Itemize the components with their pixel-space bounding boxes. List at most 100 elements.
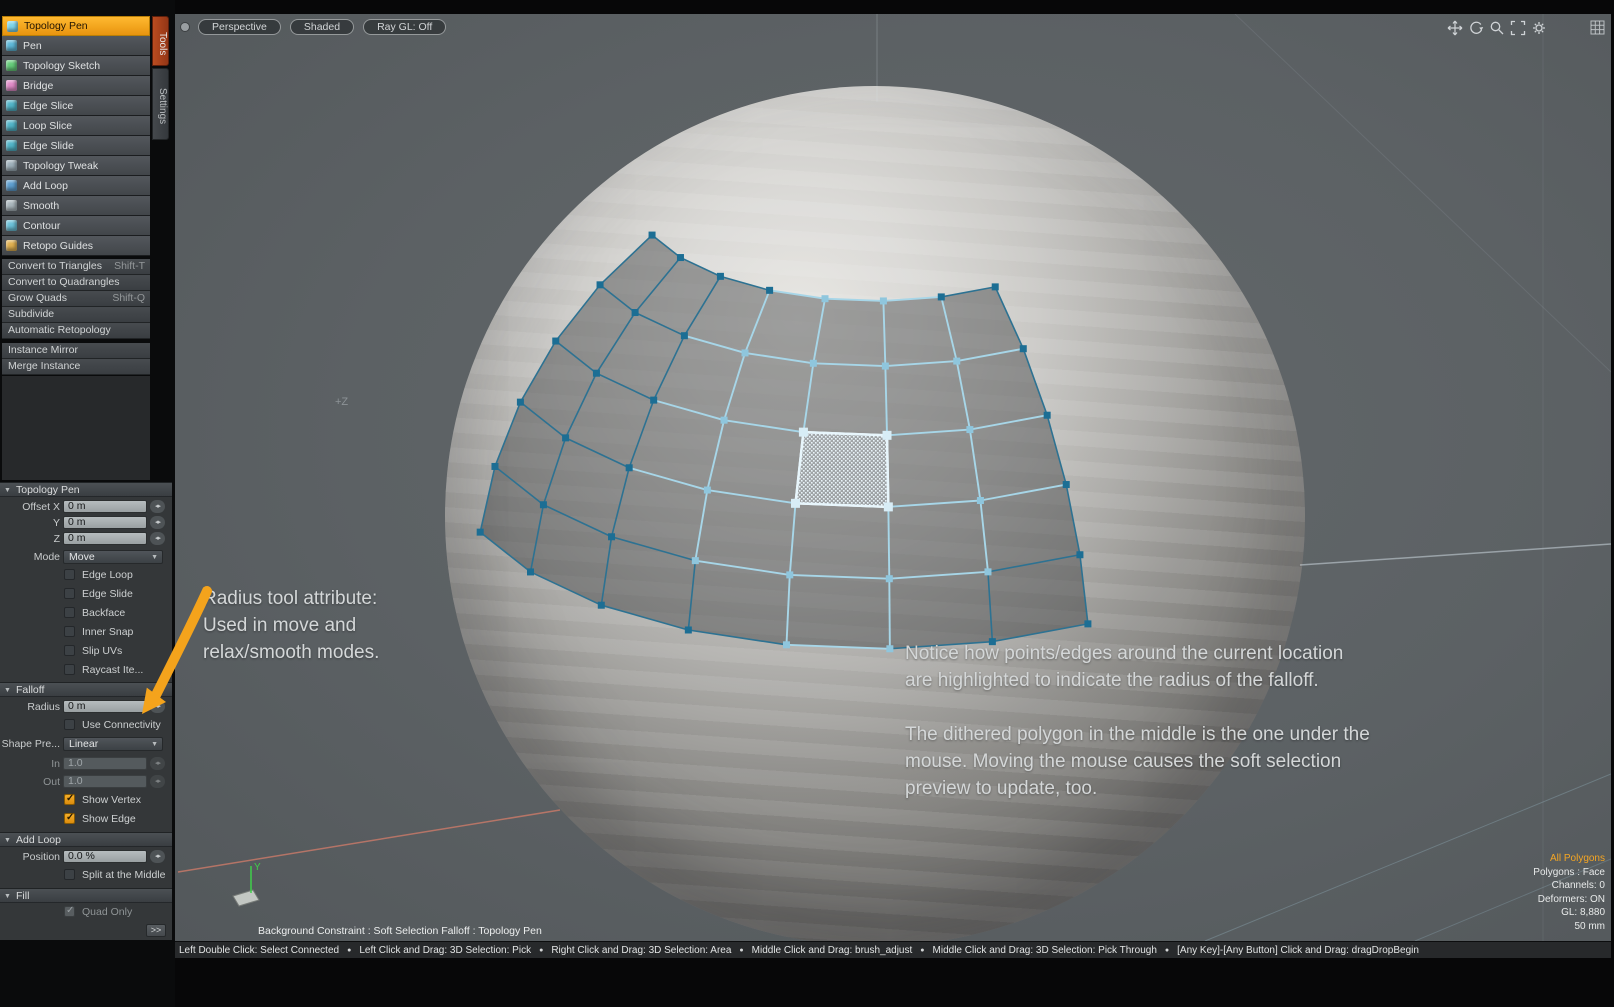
section-falloff[interactable]: Falloff xyxy=(0,682,172,697)
maximize-icon[interactable] xyxy=(1510,20,1526,36)
offset-z-field[interactable]: 0 m xyxy=(63,532,147,545)
use-connectivity-label: Use Connectivity xyxy=(82,719,161,731)
tool-item-edge-slice[interactable]: Edge Slice xyxy=(2,96,150,116)
tab-tools[interactable]: Tools xyxy=(152,16,169,66)
show-vertex-row: Show Vertex xyxy=(0,794,172,808)
position-label: Position xyxy=(0,851,60,863)
tab-settings[interactable]: Settings xyxy=(152,68,169,140)
tool-label: Bridge xyxy=(23,80,53,92)
quad-only-checkbox[interactable] xyxy=(64,906,75,917)
mode-row: Mode Move xyxy=(0,550,172,564)
split-middle-checkbox[interactable] xyxy=(64,869,75,880)
y-axis-label: Y xyxy=(254,862,261,873)
sphere-model[interactable] xyxy=(445,86,1305,941)
offset-x-row: Offset X 0 m xyxy=(0,500,172,514)
annotation-line: are highlighted to indicate the radius o… xyxy=(905,667,1370,694)
section-fill[interactable]: Fill xyxy=(0,888,172,903)
position-mini-slider[interactable] xyxy=(150,850,165,863)
tool-label: Loop Slice xyxy=(23,120,72,132)
tool-item-pen[interactable]: Pen xyxy=(2,36,150,56)
annotation-line: mouse. Moving the mouse causes the soft … xyxy=(905,748,1370,775)
edge-loop-row: Edge Loop xyxy=(0,569,172,583)
edge-slide-row: Edge Slide xyxy=(0,588,172,602)
offset-y-field[interactable]: 0 m xyxy=(63,516,147,529)
raycast-row: Raycast Ite... xyxy=(0,664,172,678)
out-label: Out xyxy=(0,776,60,788)
annotation-line: Notice how points/edges around the curre… xyxy=(905,640,1370,667)
viewport-menu-dot[interactable] xyxy=(181,23,189,31)
expand-button[interactable]: >> xyxy=(146,924,166,937)
mode-dropdown[interactable]: Move xyxy=(63,550,163,564)
grid-thumbnail-icon[interactable] xyxy=(1590,20,1605,40)
status-segment: Middle Click and Drag: 3D Selection: Pic… xyxy=(933,945,1170,956)
tool-item-contour[interactable]: Contour xyxy=(2,216,150,236)
status-bar: Left Double Click: Select Connected Left… xyxy=(175,941,1611,958)
pen-icon xyxy=(6,40,17,51)
position-field[interactable]: 0.0 % xyxy=(63,850,147,863)
pen-tool-icon xyxy=(7,21,18,32)
raygl-button[interactable]: Ray GL: Off xyxy=(363,19,446,35)
tool-label: Retopo Guides xyxy=(23,240,93,252)
cube-icon xyxy=(6,140,17,151)
sketch-icon xyxy=(6,60,17,71)
cmd-automatic-retopology[interactable]: Automatic Retopology xyxy=(2,323,150,339)
tool-item-smooth[interactable]: Smooth xyxy=(2,196,150,216)
tool-item-topology-tweak[interactable]: Topology Tweak xyxy=(2,156,150,176)
cmd-instance-mirror[interactable]: Instance Mirror xyxy=(2,343,150,359)
section-topology-pen[interactable]: Topology Pen xyxy=(0,482,172,497)
tool-label: Topology Tweak xyxy=(23,160,98,172)
radius-mini-slider[interactable] xyxy=(150,700,165,713)
tool-item-topology-sketch[interactable]: Topology Sketch xyxy=(2,56,150,76)
backface-checkbox[interactable] xyxy=(64,607,75,618)
offset-z-label: Z xyxy=(0,533,60,545)
use-connectivity-checkbox[interactable] xyxy=(64,719,75,730)
shaded-button[interactable]: Shaded xyxy=(290,19,354,35)
show-edge-checkbox[interactable] xyxy=(64,813,75,824)
gear-icon[interactable] xyxy=(1531,20,1547,36)
offset-z-mini-slider[interactable] xyxy=(150,532,165,545)
show-edge-label: Show Edge xyxy=(82,813,136,825)
shape-preset-value: Linear xyxy=(69,738,98,750)
viewport-3d[interactable]: Perspective Shaded Ray GL: Off xyxy=(175,14,1611,941)
section-add-loop[interactable]: Add Loop xyxy=(0,832,172,847)
cmd-grow-quads[interactable]: Grow Quads Shift-Q xyxy=(2,291,150,307)
tool-item-topology-pen[interactable]: Topology Pen xyxy=(2,16,150,36)
z-axis-label: +Z xyxy=(335,396,348,408)
radius-row: Radius 0 m xyxy=(0,700,172,714)
tool-item-add-loop[interactable]: Add Loop xyxy=(2,176,150,196)
slip-uvs-checkbox[interactable] xyxy=(64,645,75,656)
offset-y-mini-slider[interactable] xyxy=(150,516,165,529)
viewport-nav-icons xyxy=(1447,20,1547,36)
cmd-convert-to-quadrangles[interactable]: Convert to Quadrangles xyxy=(2,275,150,291)
orbit-icon[interactable] xyxy=(1468,20,1484,36)
inner-snap-checkbox[interactable] xyxy=(64,626,75,637)
status-segment: Middle Click and Drag: brush_adjust xyxy=(752,945,925,956)
pan-icon[interactable] xyxy=(1447,20,1463,36)
offset-x-field[interactable]: 0 m xyxy=(63,500,147,513)
cmd-merge-instance[interactable]: Merge Instance xyxy=(2,359,150,375)
raycast-checkbox[interactable] xyxy=(64,664,75,675)
tool-item-bridge[interactable]: Bridge xyxy=(2,76,150,96)
viewport-topbar: Perspective Shaded Ray GL: Off xyxy=(181,19,446,35)
zoom-icon[interactable] xyxy=(1489,20,1505,36)
radius-field[interactable]: 0 m xyxy=(63,700,147,713)
edge-loop-checkbox[interactable] xyxy=(64,569,75,580)
tool-item-loop-slice[interactable]: Loop Slice xyxy=(2,116,150,136)
cmd-subdivide[interactable]: Subdivide xyxy=(2,307,150,323)
section-label: Fill xyxy=(16,890,29,902)
tool-item-edge-slide[interactable]: Edge Slide xyxy=(2,136,150,156)
edge-slide-checkbox[interactable] xyxy=(64,588,75,599)
falloff-in-row: In 1.0 xyxy=(0,757,172,771)
falloff-out-row: Out 1.0 xyxy=(0,775,172,789)
show-edge-row: Show Edge xyxy=(0,813,172,827)
in-label: In xyxy=(0,758,60,770)
shape-preset-dropdown[interactable]: Linear xyxy=(63,737,163,751)
gl-count-info: GL: 8,880 xyxy=(1533,906,1605,920)
show-vertex-checkbox[interactable] xyxy=(64,794,75,805)
tool-item-retopo-guides[interactable]: Retopo Guides xyxy=(2,236,150,256)
offset-x-mini-slider[interactable] xyxy=(150,500,165,513)
cmd-convert-to-triangles[interactable]: Convert to Triangles Shift-T xyxy=(2,259,150,275)
section-label: Add Loop xyxy=(16,834,61,846)
in-mini-slider xyxy=(150,757,165,770)
perspective-button[interactable]: Perspective xyxy=(198,19,281,35)
